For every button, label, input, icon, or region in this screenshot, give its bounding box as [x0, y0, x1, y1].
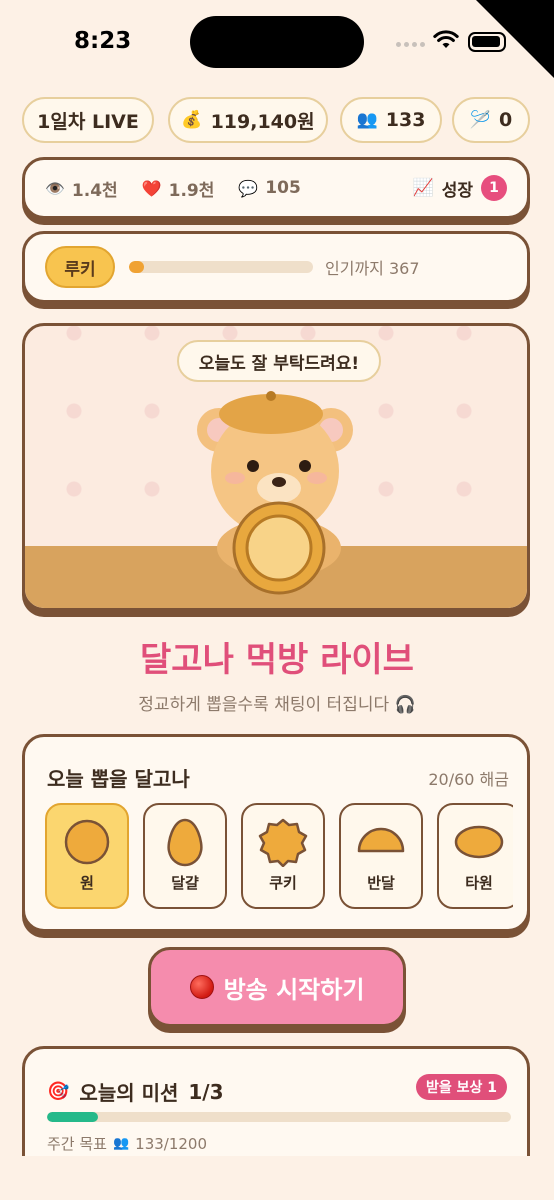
- weekly-goal-label: 주간 목표: [47, 1135, 107, 1153]
- half-moon-shape-icon: [357, 827, 405, 853]
- mission-progress-text: 1/3: [188, 1079, 224, 1104]
- start-broadcast-label: 방송 시작하기: [223, 975, 365, 1004]
- needle-icon: 🪡: [469, 110, 491, 130]
- shape-option-circle[interactable]: 원: [45, 803, 129, 909]
- views-stat: 👁️ 1.4천: [45, 176, 118, 201]
- shape-option-cookie[interactable]: 쿠키: [241, 803, 325, 909]
- rank-progress-bar: [129, 261, 313, 273]
- growth-label: 성장: [441, 180, 473, 201]
- weekly-goal: 주간 목표 👥 133/1200: [47, 1133, 207, 1154]
- shape-list: 원 달걀 쿠키 반달 타원: [45, 803, 513, 913]
- shape-label: 쿠키: [269, 874, 297, 892]
- shape-label: 달걀: [171, 874, 199, 892]
- needle-chip[interactable]: 🪡 0: [452, 97, 530, 143]
- cookie-shape-icon: [258, 818, 308, 867]
- target-icon: 🎯: [47, 1081, 70, 1102]
- rank-progress-fill: [129, 261, 144, 273]
- wifi-icon: [433, 30, 459, 48]
- followers-chip[interactable]: 👥 133: [340, 97, 442, 143]
- mission-title: 🎯 오늘의 미션 1/3: [47, 1077, 224, 1106]
- status-bar: 8:23: [0, 0, 554, 90]
- growth-button[interactable]: 📈 성장 1: [413, 175, 507, 201]
- reward-badge[interactable]: 받을 보상 1: [415, 1074, 507, 1100]
- unlock-count: 20/60 해금: [428, 770, 509, 789]
- cellular-signal-icon: [396, 42, 425, 47]
- record-dot-icon: [189, 975, 214, 999]
- circle-shape-icon: [64, 819, 110, 865]
- dynamic-island: [190, 16, 364, 68]
- egg-shape-icon: [167, 818, 203, 867]
- likes-stat: ❤️ 1.9천: [142, 176, 215, 201]
- shape-label: 반달: [367, 874, 395, 892]
- shape-option-half-moon[interactable]: 반달: [339, 803, 423, 909]
- start-broadcast-button[interactable]: 방송 시작하기: [148, 947, 406, 1027]
- bottom-safe-area: [0, 1156, 554, 1200]
- mission-title-label: 오늘의 미션: [79, 1081, 179, 1105]
- live-day-chip[interactable]: 1일차 LIVE: [22, 97, 154, 143]
- shape-option-egg[interactable]: 달걀: [143, 803, 227, 909]
- status-time: 8:23: [74, 28, 132, 54]
- money-value: 119,140원: [210, 110, 315, 133]
- page-title: 달고나 먹방 라이브: [140, 640, 414, 680]
- needle-value: 0: [498, 109, 513, 131]
- comments-stat: 💬 105: [238, 178, 300, 198]
- chart-up-icon: 📈: [412, 178, 434, 198]
- shape-label: 원: [80, 874, 94, 892]
- heart-icon: ❤️: [141, 178, 162, 198]
- live-day-label: 1일차 LIVE: [37, 110, 139, 133]
- oval-shape-icon: [454, 825, 504, 859]
- bear-streamer: [197, 391, 353, 595]
- corner-fold: [476, 0, 554, 78]
- stage-card: 오늘도 잘 부탁드려요!: [22, 323, 530, 611]
- dalgona-picker-card: 오늘 뽑을 달고나 20/60 해금 원 달걀 쿠키 반달 타원: [22, 734, 530, 932]
- eye-icon: 👁️: [45, 178, 65, 198]
- picker-heading: 오늘 뽑을 달고나: [47, 767, 190, 791]
- growth-badge: 1: [481, 175, 507, 201]
- people-icon: 👥: [356, 110, 378, 130]
- chat-bubble-icon: 💬: [238, 178, 259, 198]
- views-value: 1.4천: [71, 180, 118, 201]
- mission-progress-bar: [47, 1112, 511, 1122]
- followers-value: 133: [385, 109, 426, 131]
- money-bag-icon: 💰: [181, 110, 203, 130]
- shape-option-oval[interactable]: 타원: [437, 803, 513, 909]
- rank-card: 루키 인기까지 367: [22, 231, 530, 303]
- rank-next-text: 인기까지 367: [325, 259, 420, 278]
- page-subtitle: 정교하게 뽑을수록 채팅이 터집니다 🎧: [138, 695, 416, 715]
- mission-progress-fill: [47, 1112, 99, 1122]
- likes-value: 1.9천: [168, 180, 215, 201]
- comments-value: 105: [265, 178, 301, 198]
- people-icon: 👥: [112, 1136, 130, 1151]
- shape-label: 타원: [465, 874, 493, 892]
- money-chip[interactable]: 💰 119,140원: [168, 97, 328, 143]
- stats-card: 👁️ 1.4천 ❤️ 1.9천 💬 105 📈 성장 1: [22, 157, 530, 219]
- weekly-goal-value: 133/1200: [135, 1134, 208, 1153]
- rank-tier-pill[interactable]: 루키: [45, 246, 115, 288]
